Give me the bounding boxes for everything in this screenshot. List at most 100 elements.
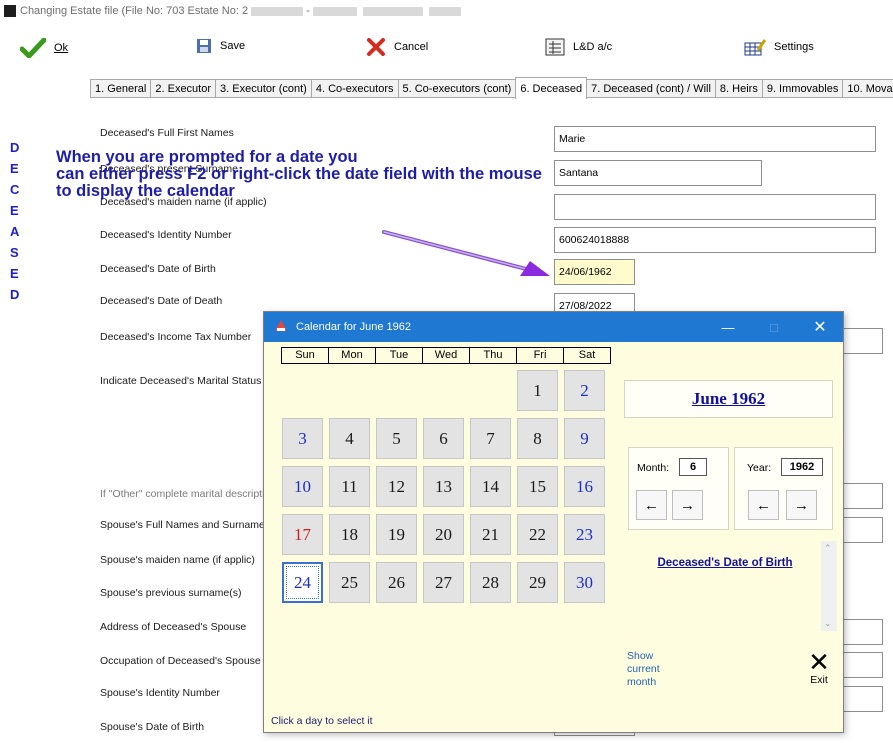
calendar-day[interactable]: 3 <box>282 418 323 459</box>
scroll-down-icon[interactable]: ⌄ <box>824 618 832 629</box>
next-month-button[interactable]: → <box>672 490 703 520</box>
previous-year-button[interactable]: ← <box>748 490 779 520</box>
calendar-day[interactable]: 28 <box>470 562 511 603</box>
calendar-day[interactable]: 5 <box>376 418 417 459</box>
calendar-day-selected[interactable]: 24 <box>282 562 323 603</box>
tab-5[interactable]: 5. Co-executors (cont) <box>397 79 517 98</box>
maiden-name-field[interactable] <box>554 194 876 220</box>
tab-9[interactable]: 9. Immovables <box>761 79 844 98</box>
tab-7[interactable]: 7. Deceased (cont) / Will <box>586 79 716 98</box>
calendar-day[interactable]: 29 <box>517 562 558 603</box>
calendar-day[interactable]: 15 <box>517 466 558 507</box>
calendar-scrollbar[interactable]: ⌃ ⌄ <box>821 541 837 631</box>
calendar-day[interactable]: 11 <box>329 466 370 507</box>
pointer-arrow-icon <box>382 230 550 276</box>
calendar-day[interactable]: 10 <box>282 466 323 507</box>
redacted-name-1 <box>312 6 357 16</box>
arrow-right-icon: → <box>680 496 695 514</box>
tab-10[interactable]: 10. Movables <box>842 79 893 98</box>
calendar-day[interactable]: 16 <box>564 466 605 507</box>
show-current-month-link[interactable]: Show current month <box>627 650 677 689</box>
month-value[interactable]: 6 <box>679 458 707 476</box>
calendar-day[interactable]: 19 <box>376 514 417 555</box>
calendar-day[interactable]: 14 <box>470 466 511 507</box>
calendar-day[interactable]: 4 <box>329 418 370 459</box>
spouse-names-field[interactable] <box>843 517 883 543</box>
calendar-month-heading[interactable]: June 1962 <box>624 380 833 418</box>
label-date-of-death: Deceased's Date of Death <box>100 295 223 307</box>
calendar-day[interactable]: 13 <box>423 466 464 507</box>
label-spouse-occupation: Occupation of Deceased's Spouse <box>100 655 261 667</box>
calendar-day[interactable]: 23 <box>564 514 605 555</box>
calendar-day[interactable]: 6 <box>423 418 464 459</box>
settings-button[interactable]: Settings <box>744 38 814 56</box>
ld-account-button[interactable]: L&D a/c <box>545 38 612 56</box>
calendar-day[interactable]: 2 <box>564 370 605 411</box>
identity-number-field[interactable]: 600624018888 <box>554 227 876 253</box>
side-word-letter: A <box>10 224 20 239</box>
income-tax-field[interactable] <box>843 328 883 354</box>
save-button[interactable]: Save <box>196 38 245 54</box>
previous-month-button[interactable]: ← <box>636 490 667 520</box>
instruction-line-2: can either press F2 or right-click the d… <box>56 165 542 183</box>
calendar-day[interactable]: 18 <box>329 514 370 555</box>
weekday-header: Thu <box>470 348 517 363</box>
maximize-icon: □ <box>770 319 778 335</box>
first-names-field[interactable]: Marie <box>554 126 876 152</box>
exit-button[interactable]: ✕ Exit <box>801 647 837 686</box>
settings-label: Settings <box>774 41 814 53</box>
calendar-day[interactable]: 1 <box>517 370 558 411</box>
cancel-button[interactable]: Cancel <box>366 38 428 56</box>
label-spouse-previous-surname: Spouse's previous surname(s) <box>100 587 242 599</box>
calendar-day[interactable]: 21 <box>470 514 511 555</box>
calendar-day[interactable]: 12 <box>376 466 417 507</box>
side-word-letter: S <box>10 245 19 260</box>
year-label: Year: <box>747 462 772 474</box>
tab-4[interactable]: 4. Co-executors <box>310 79 399 98</box>
label-spouse-address: Address of Deceased's Spouse <box>100 621 247 633</box>
exit-x-icon: ✕ <box>808 647 830 677</box>
date-of-birth-field[interactable]: 24/06/1962 <box>554 259 635 285</box>
instruction-line-3: to display the calendar <box>56 182 235 200</box>
calendar-day[interactable]: 25 <box>329 562 370 603</box>
tab-3[interactable]: 3. Executor (cont) <box>215 79 312 98</box>
weekday-header-row: Sun Mon Tue Wed Thu Fri Sat <box>281 347 611 364</box>
tab-8[interactable]: 8. Heirs <box>714 79 763 98</box>
minimize-icon[interactable]: — <box>705 312 751 342</box>
weekday-header: Wed <box>423 348 470 363</box>
tab-2[interactable]: 2. Executor <box>150 79 217 98</box>
spouse-id-field[interactable] <box>843 686 883 712</box>
next-year-button[interactable]: → <box>786 490 817 520</box>
calendar-day[interactable]: 20 <box>423 514 464 555</box>
label-spouse-dob: Spouse's Date of Birth <box>100 721 205 733</box>
spouse-occupation-field[interactable] <box>843 652 883 678</box>
toolbar: Ok Save Cancel L&D a/c Settings <box>0 34 893 64</box>
year-value[interactable]: 1962 <box>781 458 823 476</box>
close-icon[interactable]: ✕ <box>797 312 843 342</box>
redacted-name-2 <box>362 6 423 16</box>
floppy-disk-icon <box>196 38 212 54</box>
save-label: Save <box>220 40 246 52</box>
label-income-tax-number: Deceased's Income Tax Number <box>100 331 252 343</box>
surname-field[interactable]: Santana <box>554 160 762 186</box>
calendar-day[interactable]: 30 <box>564 562 605 603</box>
calendar-day[interactable]: 8 <box>517 418 558 459</box>
ok-button[interactable]: Ok <box>20 38 68 58</box>
show-current-month-label: Show current month <box>627 650 660 688</box>
calendar-day[interactable]: 27 <box>423 562 464 603</box>
other-marital-field[interactable] <box>843 483 883 509</box>
spouse-address-field[interactable] <box>843 619 883 645</box>
calendar-day[interactable]: 22 <box>517 514 558 555</box>
label-spouse-maiden: Spouse's maiden name (if applic) <box>100 554 255 566</box>
window-title-separator: - <box>306 5 310 17</box>
tab-6[interactable]: 6. Deceased <box>515 77 588 99</box>
arrow-right-icon: → <box>794 496 809 514</box>
scroll-up-icon[interactable]: ⌃ <box>824 543 832 554</box>
tab-1[interactable]: 1. General <box>90 79 152 98</box>
calendar-day[interactable]: 9 <box>564 418 605 459</box>
calendar-day[interactable]: 17 <box>282 514 323 555</box>
calendar-day[interactable]: 7 <box>470 418 511 459</box>
app-icon <box>4 5 16 17</box>
year-spinner: Year: 1962 ← → <box>734 447 833 530</box>
calendar-day[interactable]: 26 <box>376 562 417 603</box>
